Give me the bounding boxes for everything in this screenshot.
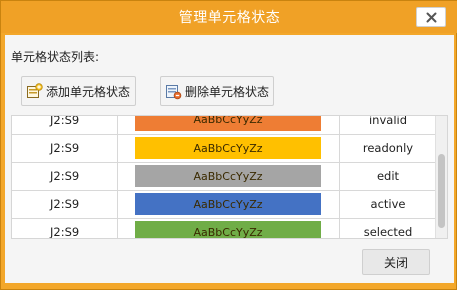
range-cell[interactable]: J2:S9: [12, 190, 118, 219]
range-cell[interactable]: J2:S9: [12, 116, 118, 135]
title-bar[interactable]: 管理单元格状态: [1, 1, 457, 33]
dialog-content: 单元格状态列表: 添加单元格状态 删除单元格状态 J2:S9 AaBbCcYyZ…: [5, 35, 454, 283]
window-close-button[interactable]: [416, 7, 446, 27]
state-list-label: 单元格状态列表:: [11, 50, 100, 64]
table-row[interactable]: J2:S9 AaBbCcYyZz readonly: [12, 134, 438, 163]
table-row[interactable]: J2:S9 AaBbCcYyZz invalid: [12, 116, 438, 135]
style-cell[interactable]: AaBbCcYyZz: [117, 116, 340, 135]
range-cell[interactable]: J2:S9: [12, 134, 118, 163]
scrollbar-thumb[interactable]: [438, 154, 445, 228]
table-row[interactable]: J2:S9 AaBbCcYyZz active: [12, 190, 438, 219]
state-cell[interactable]: active: [339, 190, 438, 219]
cell-state-grid[interactable]: J2:S9 AaBbCcYyZz invalid J2:S9 AaBbCcYyZz rea…: [11, 115, 448, 239]
range-cell[interactable]: J2:S9: [12, 162, 118, 191]
state-cell[interactable]: selected: [339, 218, 438, 238]
style-preview-swatch: AaBbCcYyZz: [135, 137, 321, 159]
style-preview-swatch: AaBbCcYyZz: [135, 221, 321, 238]
style-preview-swatch: AaBbCcYyZz: [135, 165, 321, 187]
range-cell[interactable]: J2:S9: [12, 218, 118, 238]
add-state-icon: [27, 82, 43, 98]
style-cell[interactable]: AaBbCcYyZz: [117, 190, 340, 219]
cell-state-table: J2:S9 AaBbCcYyZz invalid J2:S9 AaBbCcYyZz rea…: [12, 116, 438, 238]
style-preview-swatch: AaBbCcYyZz: [135, 116, 321, 131]
style-cell[interactable]: AaBbCcYyZz: [117, 162, 340, 191]
table-row[interactable]: J2:S9 AaBbCcYyZz selected: [12, 218, 438, 238]
style-preview-swatch: AaBbCcYyZz: [135, 193, 321, 215]
add-cell-state-button[interactable]: 添加单元格状态: [21, 76, 136, 106]
state-cell[interactable]: readonly: [339, 134, 438, 163]
delete-cell-state-label: 删除单元格状态: [185, 84, 270, 99]
style-cell[interactable]: AaBbCcYyZz: [117, 134, 340, 163]
delete-state-icon: [166, 84, 182, 99]
manage-cell-state-dialog: 管理单元格状态 单元格状态列表: 添加单元格状态 删除单元格状态 J2:S9 A…: [0, 0, 457, 290]
close-button[interactable]: 关闭: [362, 249, 430, 275]
close-icon: [426, 12, 436, 22]
state-cell[interactable]: invalid: [339, 116, 438, 135]
delete-cell-state-button[interactable]: 删除单元格状态: [160, 76, 274, 106]
state-cell[interactable]: edit: [339, 162, 438, 191]
add-cell-state-label: 添加单元格状态: [46, 84, 131, 99]
vertical-scrollbar[interactable]: [435, 116, 447, 238]
style-cell[interactable]: AaBbCcYyZz: [117, 218, 340, 238]
table-row[interactable]: J2:S9 AaBbCcYyZz edit: [12, 162, 438, 191]
dialog-title: 管理单元格状态: [178, 10, 281, 26]
